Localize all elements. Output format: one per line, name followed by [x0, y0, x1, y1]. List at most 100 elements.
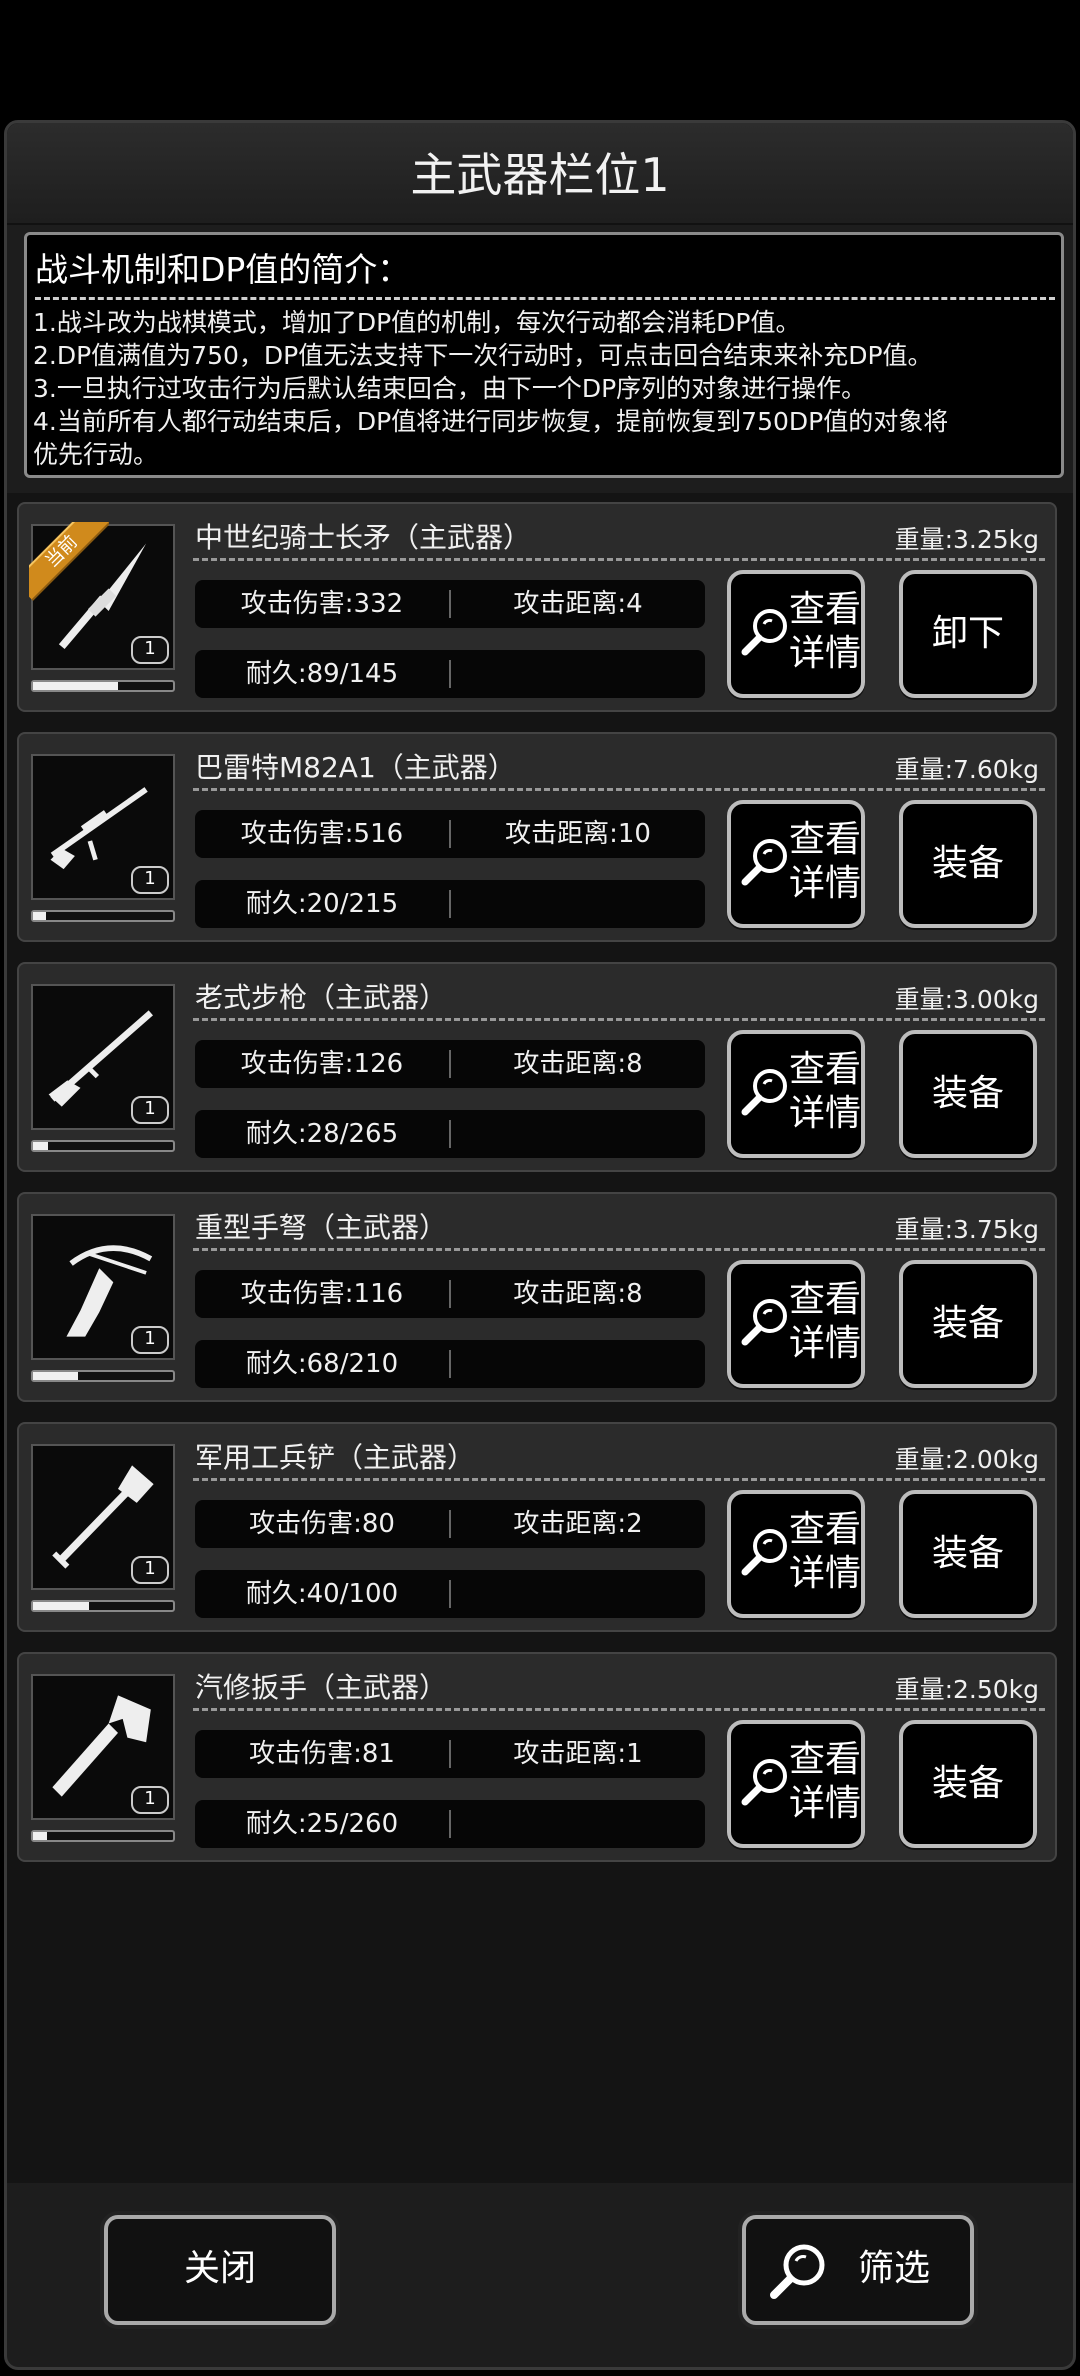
- search-icon: [770, 2244, 825, 2299]
- weapon-thumbnail: 当前 1: [29, 522, 175, 670]
- equip-button[interactable]: 装备: [899, 1260, 1037, 1388]
- durability-row: 耐久:68/210: [195, 1340, 705, 1388]
- equipped-tag: 当前: [29, 522, 109, 602]
- weapon-card[interactable]: 1 汽修扳手（主武器） 重量:2.50kg 攻击伤害:81 攻击距离:1 耐久:…: [17, 1652, 1057, 1862]
- equip-button[interactable]: 装备: [899, 1030, 1037, 1158]
- view-details-button[interactable]: 查看 详情: [727, 1030, 865, 1158]
- stat-divider: [449, 1580, 451, 1608]
- attack-range: 攻击距离:1: [513, 1739, 643, 1769]
- weapon-weight: 重量:3.75kg: [894, 1215, 1039, 1244]
- durability-bar: [31, 1370, 175, 1382]
- search-icon: [741, 609, 787, 656]
- equip-button[interactable]: 装备: [899, 800, 1037, 928]
- weapon-thumbnail: 1: [31, 1444, 175, 1590]
- weapon-name: 汽修扳手（主武器）: [195, 1671, 448, 1704]
- view-details-label-line2: 详情: [788, 863, 861, 904]
- view-details-button[interactable]: 查看 详情: [727, 570, 865, 698]
- durability-row: 耐久:89/145: [195, 650, 705, 698]
- view-details-label-line1: 查看: [788, 1509, 861, 1550]
- weapon-card[interactable]: 当前 1 中世纪骑士长矛（主武器） 重量:3.25kg 攻击伤害:332 攻击距…: [17, 502, 1057, 712]
- view-details-label: 查看 详情: [787, 818, 863, 906]
- dialog-title: 主武器栏位1: [410, 148, 670, 202]
- item-count-badge: 1: [131, 1556, 169, 1584]
- view-details-label-line1: 查看: [788, 1279, 861, 1320]
- weapon-weight: 重量:2.50kg: [894, 1675, 1039, 1704]
- durability-bar: [31, 1600, 175, 1612]
- attack-damage: 攻击伤害:116: [240, 1279, 404, 1309]
- search-icon: [741, 839, 787, 886]
- durability-value: 耐久:25/260: [245, 1809, 399, 1839]
- durability-value: 耐久:89/145: [245, 659, 399, 689]
- view-details-label: 查看 详情: [787, 588, 863, 676]
- view-details-label-line2: 详情: [788, 1783, 861, 1824]
- item-count-badge: 1: [131, 1096, 169, 1124]
- item-count-badge: 1: [131, 1326, 169, 1354]
- equip-button[interactable]: 装备: [899, 1490, 1037, 1618]
- combat-stats-row: 攻击伤害:81 攻击距离:1: [195, 1730, 705, 1778]
- item-count-badge: 1: [131, 1786, 169, 1814]
- stat-divider: [449, 1350, 451, 1378]
- divider: [193, 558, 1045, 561]
- divider: [193, 1248, 1045, 1251]
- view-details-label-line2: 详情: [788, 1323, 861, 1364]
- weapon-card[interactable]: 1 重型手弩（主武器） 重量:3.75kg 攻击伤害:116 攻击距离:8 耐久…: [17, 1192, 1057, 1402]
- durability-value: 耐久:40/100: [245, 1579, 399, 1609]
- view-details-label: 查看 详情: [787, 1048, 863, 1136]
- search-icon: [741, 1529, 787, 1576]
- combat-stats-row: 攻击伤害:516 攻击距离:10: [195, 810, 705, 858]
- weapon-thumbnail: 1: [31, 754, 175, 900]
- durability-row: 耐久:28/265: [195, 1110, 705, 1158]
- stat-divider: [449, 890, 451, 918]
- view-details-button[interactable]: 查看 详情: [727, 800, 865, 928]
- unequip-button[interactable]: 卸下: [899, 570, 1037, 698]
- weapon-weight: 重量:3.25kg: [894, 525, 1039, 554]
- durability-bar-fill: [33, 682, 119, 690]
- attack-range: 攻击距离:4: [513, 589, 643, 619]
- search-icon: [741, 1069, 787, 1116]
- weapon-name: 军用工兵铲（主武器）: [195, 1441, 476, 1474]
- weapon-card[interactable]: 1 老式步枪（主武器） 重量:3.00kg 攻击伤害:126 攻击距离:8 耐久…: [17, 962, 1057, 1172]
- divider: [193, 788, 1045, 791]
- equip-button[interactable]: 装备: [899, 1720, 1037, 1848]
- search-icon: [741, 1759, 787, 1806]
- info-line: 2.DP值满值为750，DP值无法支持下一次行动时，可点击回合结束来补充DP值。: [33, 341, 933, 370]
- weapon-card[interactable]: 1 巴雷特M82A1（主武器） 重量:7.60kg 攻击伤害:516 攻击距离:…: [17, 732, 1057, 942]
- durability-bar: [31, 680, 175, 692]
- combat-stats-row: 攻击伤害:80 攻击距离:2: [195, 1500, 705, 1548]
- view-details-button[interactable]: 查看 详情: [727, 1720, 865, 1848]
- info-line: 优先行动。: [33, 440, 159, 469]
- info-heading: 战斗机制和DP值的简介：: [35, 243, 1055, 300]
- close-button[interactable]: 关闭: [104, 2215, 336, 2325]
- durability-bar-fill: [33, 1142, 49, 1150]
- weapon-name: 老式步枪（主武器）: [195, 981, 448, 1014]
- weapon-weight: 重量:3.00kg: [894, 985, 1039, 1014]
- durability-bar-fill: [33, 912, 46, 920]
- view-details-label: 查看 详情: [787, 1738, 863, 1826]
- view-details-label: 查看 详情: [787, 1508, 863, 1596]
- attack-range: 攻击距离:2: [513, 1509, 643, 1539]
- weapon-weight: 重量:7.60kg: [894, 755, 1039, 784]
- view-details-label: 查看 详情: [787, 1278, 863, 1366]
- divider: [193, 1018, 1045, 1021]
- durability-row: 耐久:20/215: [195, 880, 705, 928]
- attack-damage: 攻击伤害:80: [249, 1509, 395, 1539]
- dialog-header: 主武器栏位1: [7, 123, 1073, 225]
- view-details-button[interactable]: 查看 详情: [727, 1490, 865, 1618]
- weapon-name: 中世纪骑士长矛（主武器）: [195, 521, 532, 554]
- view-details-label-line2: 详情: [788, 633, 861, 674]
- equipped-tag-label: 当前: [29, 522, 109, 601]
- weapon-card[interactable]: 1 军用工兵铲（主武器） 重量:2.00kg 攻击伤害:80 攻击距离:2 耐久…: [17, 1422, 1057, 1632]
- stat-divider: [449, 660, 451, 688]
- durability-bar-fill: [33, 1832, 47, 1840]
- item-count-badge: 1: [131, 636, 169, 664]
- combat-stats-row: 攻击伤害:332 攻击距离:4: [195, 580, 705, 628]
- attack-range: 攻击距离:8: [513, 1279, 643, 1309]
- filter-button[interactable]: 筛选: [742, 2215, 974, 2325]
- durability-row: 耐久:40/100: [195, 1570, 705, 1618]
- attack-damage: 攻击伤害:81: [249, 1739, 395, 1769]
- attack-damage: 攻击伤害:126: [240, 1049, 404, 1079]
- info-box: 战斗机制和DP值的简介： 1.战斗改为战棋模式，增加了DP值的机制，每次行动都会…: [24, 232, 1064, 478]
- view-details-button[interactable]: 查看 详情: [727, 1260, 865, 1388]
- weapon-thumbnail: 1: [31, 1674, 175, 1820]
- attack-range: 攻击距离:8: [513, 1049, 643, 1079]
